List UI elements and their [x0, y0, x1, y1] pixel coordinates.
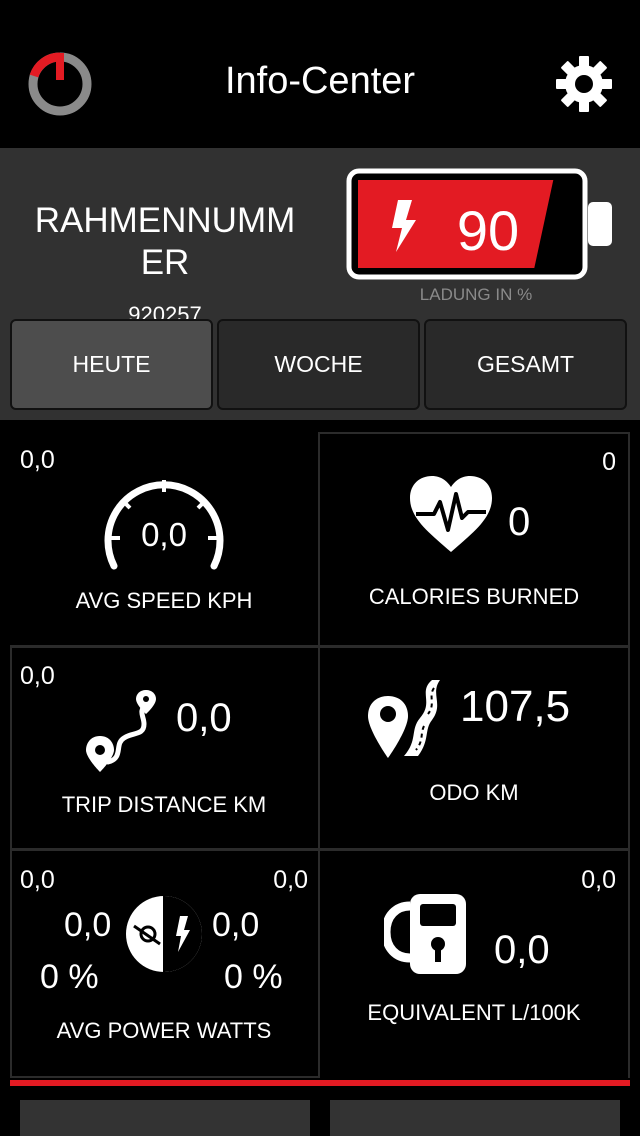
battery-icon: 90 — [346, 168, 612, 280]
tab-total[interactable]: GESAMT — [424, 319, 627, 410]
power-corner-right: 0,0 — [273, 866, 308, 894]
equivalent-label: EQUIVALENT L/100K — [367, 1000, 581, 1025]
power-left-value: 0,0 — [64, 906, 112, 944]
route-pin-icon — [86, 690, 156, 772]
battery-fill — [358, 180, 554, 268]
calories-label: CALORIES BURNED — [368, 584, 580, 609]
tab-week[interactable]: WOCHE — [217, 319, 420, 410]
odo-value: 107,5 — [460, 682, 571, 731]
heart-pulse-icon — [410, 476, 492, 552]
fuel-pump-icon — [384, 894, 466, 974]
frame-number-label: RAHMENNUMM ER — [20, 200, 310, 284]
row-divider — [10, 645, 630, 648]
page-title: Info-Center — [224, 60, 416, 102]
battery-value: 90 — [457, 199, 519, 262]
equivalent-corner-value: 0,0 — [581, 866, 616, 894]
cell-border — [10, 1076, 320, 1078]
tab-today[interactable]: HEUTE — [10, 319, 213, 410]
odo-label: ODO KM — [429, 780, 519, 805]
trip-corner-value: 0,0 — [20, 662, 55, 690]
frame-label-line1: RAHMENNUMM — [34, 201, 296, 240]
power-label: AVG POWER WATTS — [56, 1018, 272, 1043]
speed-value: 0,0 — [141, 516, 187, 553]
calories-corner-value: 0 — [602, 448, 616, 476]
cell-border — [10, 645, 12, 1077]
speed-label: AVG SPEED KPH — [75, 588, 253, 613]
column-divider — [318, 432, 320, 1078]
human-electric-power-icon — [126, 896, 202, 972]
power-right-value: 0,0 — [212, 906, 260, 944]
cell-border — [318, 432, 630, 434]
power-right-percent: 0 % — [224, 958, 283, 996]
frame-label-line2: ER — [140, 243, 190, 282]
bottom-left-button[interactable] — [20, 1100, 310, 1136]
accent-divider — [10, 1080, 630, 1086]
equivalent-value: 0,0 — [494, 928, 550, 972]
road-pin-icon — [368, 680, 440, 758]
power-left-percent: 0 % — [40, 958, 99, 996]
trip-value: 0,0 — [176, 696, 232, 740]
gear-icon[interactable] — [554, 54, 614, 114]
trip-label: TRIP DISTANCE KM — [61, 792, 267, 817]
speed-corner-value: 0,0 — [20, 446, 55, 474]
frame-number-value: 920257 — [128, 302, 202, 320]
row-divider — [10, 848, 630, 851]
power-corner-left: 0,0 — [20, 866, 55, 894]
calories-value: 0 — [508, 500, 531, 544]
bottom-right-button[interactable] — [330, 1100, 620, 1136]
battery-label: LADUNG IN % — [419, 285, 533, 304]
cell-border — [628, 432, 630, 1078]
